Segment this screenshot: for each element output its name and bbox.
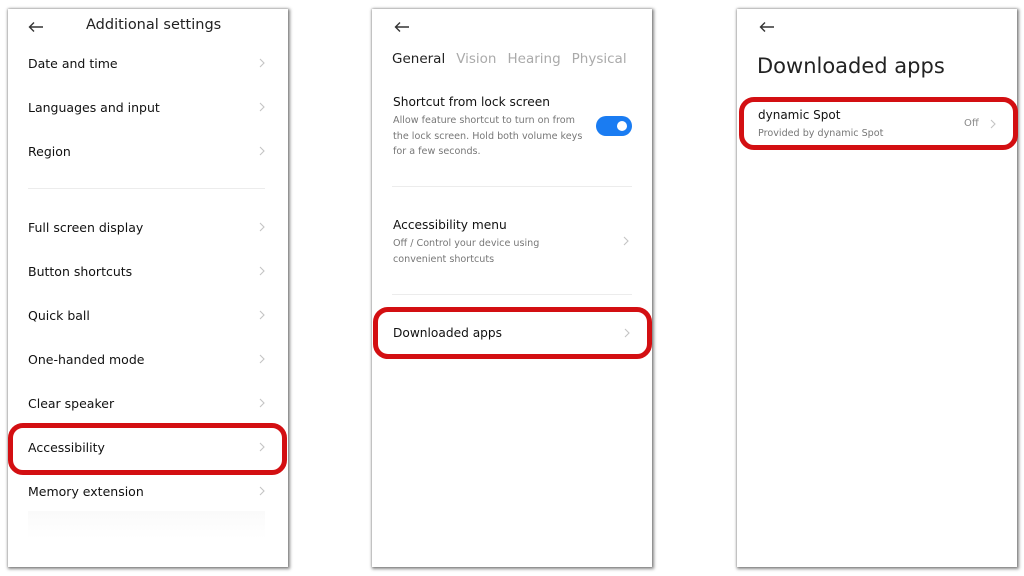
chevron-right-icon	[622, 236, 632, 246]
section-divider	[392, 294, 632, 295]
back-button[interactable]	[28, 21, 44, 33]
settings-item-region[interactable]: Region	[28, 136, 268, 166]
arrow-left-icon	[394, 22, 409, 32]
accessibility-tabs: General Vision Hearing Physical	[392, 51, 627, 67]
accessibility-menu-description: Off / Control your device using convenie…	[393, 238, 540, 265]
page-title: Downloaded apps	[757, 54, 945, 78]
settings-item-label: Quick ball	[28, 307, 90, 323]
settings-item-label: Languages and input	[28, 99, 160, 115]
arrow-left-icon	[28, 22, 43, 32]
settings-item-label: Accessibility	[28, 439, 105, 455]
settings-item-full-screen-display[interactable]: Full screen display	[28, 212, 268, 242]
back-button[interactable]	[394, 21, 410, 33]
list-fade	[28, 511, 265, 539]
settings-item-languages-and-input[interactable]: Languages and input	[28, 92, 268, 122]
settings-item-label: Clear speaker	[28, 395, 115, 411]
settings-item-accessibility[interactable]: Accessibility	[28, 432, 268, 462]
chevron-right-icon	[258, 222, 268, 232]
section-divider	[28, 188, 265, 189]
chevron-right-icon	[258, 266, 268, 276]
shortcut-lock-screen-title: Shortcut from lock screen	[393, 95, 551, 109]
accessibility-menu-title: Accessibility menu	[393, 218, 507, 232]
app-provider: Provided by dynamic Spot	[758, 128, 884, 139]
tab-physical[interactable]: Physical	[572, 51, 627, 67]
downloaded-apps-screen: Downloaded apps dynamic Spot Provided by…	[737, 9, 1017, 567]
settings-item-label: Full screen display	[28, 219, 144, 235]
settings-item-label: Button shortcuts	[28, 263, 133, 279]
arrow-left-icon	[759, 22, 774, 32]
shortcut-lock-screen-toggle[interactable]	[596, 116, 632, 136]
settings-item-label: Region	[28, 143, 71, 159]
settings-item-button-shortcuts[interactable]: Button shortcuts	[28, 256, 268, 286]
accessibility-screen: General Vision Hearing Physical Shortcut…	[372, 9, 652, 567]
settings-item-date-and-time[interactable]: Date and time	[28, 48, 268, 78]
settings-item-label: One-handed mode	[28, 351, 145, 367]
section-divider	[392, 186, 632, 187]
settings-item-memory-extension[interactable]: Memory extension	[28, 476, 268, 506]
settings-item-label: Date and time	[28, 55, 118, 71]
chevron-right-icon	[258, 146, 268, 156]
downloaded-apps-label: Downloaded apps	[393, 326, 502, 340]
chevron-right-icon	[258, 442, 268, 452]
chevron-right-icon	[258, 310, 268, 320]
chevron-right-icon	[258, 58, 268, 68]
chevron-right-icon	[258, 486, 268, 496]
chevron-right-icon	[989, 119, 999, 129]
toggle-knob	[617, 121, 627, 131]
chevron-right-icon	[623, 328, 633, 338]
app-name: dynamic Spot	[758, 108, 841, 122]
chevron-right-icon	[258, 398, 268, 408]
app-status: Off	[964, 118, 979, 129]
back-button[interactable]	[759, 21, 775, 33]
tab-vision[interactable]: Vision	[456, 51, 496, 67]
settings-item-quick-ball[interactable]: Quick ball	[28, 300, 268, 330]
tab-hearing[interactable]: Hearing	[508, 51, 561, 67]
chevron-right-icon	[258, 102, 268, 112]
additional-settings-screen: Additional settings Date and time Langua…	[8, 9, 288, 567]
page-title: Additional settings	[86, 17, 222, 33]
settings-item-clear-speaker[interactable]: Clear speaker	[28, 388, 268, 418]
chevron-right-icon	[258, 354, 268, 364]
shortcut-lock-screen-description: Allow feature shortcut to turn on from t…	[393, 115, 583, 157]
settings-item-label: Memory extension	[28, 483, 144, 499]
settings-item-one-handed-mode[interactable]: One-handed mode	[28, 344, 268, 374]
tab-general[interactable]: General	[392, 51, 445, 67]
downloaded-apps-item[interactable]: Downloaded apps	[393, 318, 633, 348]
